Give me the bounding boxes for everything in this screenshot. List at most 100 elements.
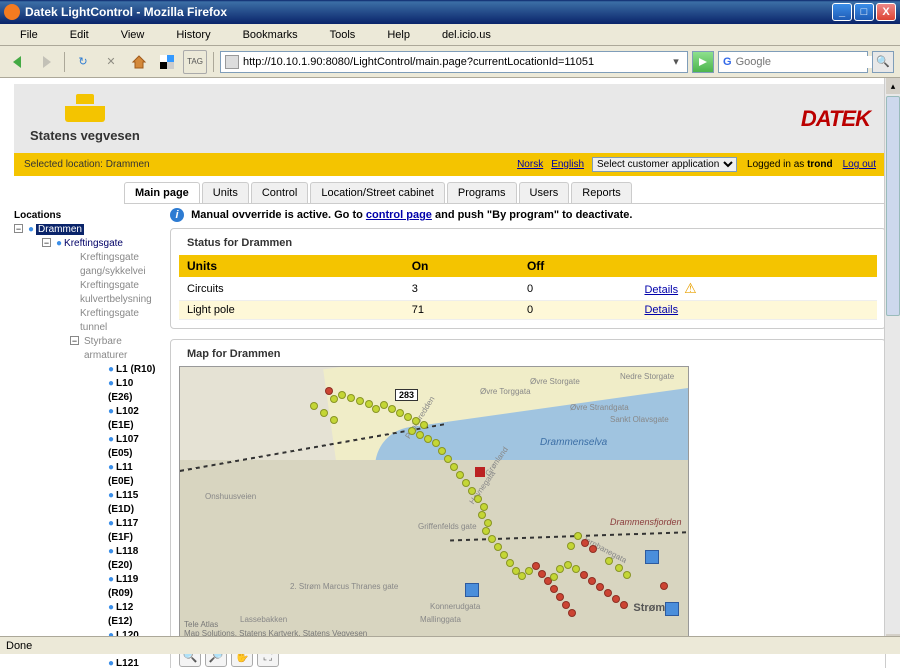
tree-node-kreft[interactable]: Kreftingsgate: [64, 238, 123, 249]
map-light-dot[interactable]: [564, 561, 572, 569]
map-light-dot[interactable]: [330, 416, 338, 424]
light-item[interactable]: ●L118 (E20): [98, 545, 158, 573]
stop-button[interactable]: ✕: [99, 50, 123, 74]
control-page-link[interactable]: control page: [366, 209, 432, 221]
tree-leaf[interactable]: Kreftingsgate tunnel: [70, 307, 158, 335]
map-light-dot[interactable]: [330, 395, 338, 403]
tree-toggle[interactable]: −: [42, 238, 51, 247]
logout-link[interactable]: Log out: [843, 159, 876, 170]
map-light-dot[interactable]: [444, 455, 452, 463]
map-light-dot[interactable]: [310, 402, 318, 410]
map-light-dot[interactable]: [450, 463, 458, 471]
map-light-dot[interactable]: [482, 527, 490, 535]
map-light-dot[interactable]: [589, 545, 597, 553]
reload-button[interactable]: ↻: [71, 50, 95, 74]
map-light-dot[interactable]: [347, 394, 355, 402]
map-light-dot[interactable]: [604, 589, 612, 597]
map-light-dot[interactable]: [478, 511, 486, 519]
forward-button[interactable]: [34, 50, 58, 74]
map-light-dot[interactable]: [580, 571, 588, 579]
map-light-dot[interactable]: [612, 595, 620, 603]
light-item[interactable]: ●L107 (E05): [98, 433, 158, 461]
search-input[interactable]: [736, 56, 878, 68]
light-item[interactable]: ●L102 (E1E): [98, 405, 158, 433]
vertical-scrollbar[interactable]: ▴ ▾: [884, 78, 900, 650]
map-light-dot[interactable]: [320, 409, 328, 417]
map-light-dot[interactable]: [372, 405, 380, 413]
map-light-dot[interactable]: [412, 417, 420, 425]
tree-root[interactable]: Drammen: [36, 224, 84, 235]
map-marker-square[interactable]: [475, 467, 485, 477]
tree-toggle[interactable]: −: [14, 224, 23, 233]
map-light-dot[interactable]: [574, 532, 582, 540]
light-item[interactable]: ●L115 (E1D): [98, 489, 158, 517]
map[interactable]: Drammenselva Drammensfjorden Strømsø 283…: [179, 366, 689, 641]
map-light-dot[interactable]: [416, 431, 424, 439]
map-light-dot[interactable]: [581, 539, 589, 547]
home-button[interactable]: [127, 50, 151, 74]
map-light-dot[interactable]: [456, 471, 464, 479]
customer-app-select[interactable]: Select customer application: [592, 157, 737, 172]
tab-location[interactable]: Location/Street cabinet: [310, 182, 445, 203]
map-light-dot[interactable]: [500, 551, 508, 559]
map-cabinet-icon[interactable]: [465, 583, 479, 597]
tab-mainpage[interactable]: Main page: [124, 182, 200, 203]
map-light-dot[interactable]: [588, 577, 596, 585]
map-light-dot[interactable]: [488, 535, 496, 543]
tree-leaf[interactable]: Kreftingsgate gang/sykkelvei: [70, 251, 158, 279]
tab-reports[interactable]: Reports: [571, 182, 632, 203]
map-light-dot[interactable]: [338, 391, 346, 399]
delicious-icon[interactable]: [155, 50, 179, 74]
map-light-dot[interactable]: [356, 397, 364, 405]
light-item[interactable]: ●L119 (R09): [98, 573, 158, 601]
map-light-dot[interactable]: [615, 564, 623, 572]
light-item[interactable]: ●L11 (E0E): [98, 461, 158, 489]
map-light-dot[interactable]: [494, 543, 502, 551]
map-light-dot[interactable]: [660, 582, 668, 590]
menu-help[interactable]: Help: [371, 27, 426, 43]
map-light-dot[interactable]: [468, 487, 476, 495]
map-light-dot[interactable]: [568, 609, 576, 617]
map-light-dot[interactable]: [550, 585, 558, 593]
maximize-button[interactable]: □: [854, 3, 874, 21]
tree-node-styr[interactable]: Styrbare armaturer: [84, 336, 127, 361]
url-dropdown[interactable]: ▾: [669, 55, 683, 68]
light-item[interactable]: ●L10 (E26): [98, 377, 158, 405]
tag-icon[interactable]: TAG: [183, 50, 207, 74]
map-light-dot[interactable]: [532, 562, 540, 570]
menu-file[interactable]: File: [4, 27, 54, 43]
menu-bookmarks[interactable]: Bookmarks: [227, 27, 314, 43]
map-light-dot[interactable]: [408, 427, 416, 435]
lang-norsk[interactable]: Norsk: [517, 159, 543, 170]
tab-users[interactable]: Users: [519, 182, 570, 203]
map-light-dot[interactable]: [420, 421, 428, 429]
minimize-button[interactable]: _: [832, 3, 852, 21]
map-light-dot[interactable]: [380, 401, 388, 409]
light-item[interactable]: ●L1 (R10): [98, 363, 158, 377]
map-light-dot[interactable]: [562, 601, 570, 609]
tree-leaf[interactable]: Kreftingsgate kulvertbelysning: [70, 279, 158, 307]
tab-control[interactable]: Control: [251, 182, 308, 203]
map-light-dot[interactable]: [567, 542, 575, 550]
close-button[interactable]: X: [876, 3, 896, 21]
map-cabinet-icon[interactable]: [645, 550, 659, 564]
map-light-dot[interactable]: [462, 479, 470, 487]
map-light-dot[interactable]: [424, 435, 432, 443]
map-light-dot[interactable]: [596, 583, 604, 591]
light-item[interactable]: ●L12 (E12): [98, 601, 158, 629]
map-cabinet-icon[interactable]: [665, 602, 679, 616]
map-light-dot[interactable]: [432, 439, 440, 447]
menu-view[interactable]: View: [105, 27, 161, 43]
search-box[interactable]: G: [718, 51, 868, 73]
map-light-dot[interactable]: [484, 519, 492, 527]
scroll-up[interactable]: ▴: [886, 78, 900, 94]
scroll-thumb[interactable]: [886, 96, 900, 316]
menu-history[interactable]: History: [160, 27, 226, 43]
map-light-dot[interactable]: [480, 503, 488, 511]
back-button[interactable]: [6, 50, 30, 74]
map-light-dot[interactable]: [572, 565, 580, 573]
menu-tools[interactable]: Tools: [314, 27, 372, 43]
map-light-dot[interactable]: [388, 405, 396, 413]
map-light-dot[interactable]: [550, 573, 558, 581]
menu-delicious[interactable]: del.icio.us: [426, 27, 507, 43]
